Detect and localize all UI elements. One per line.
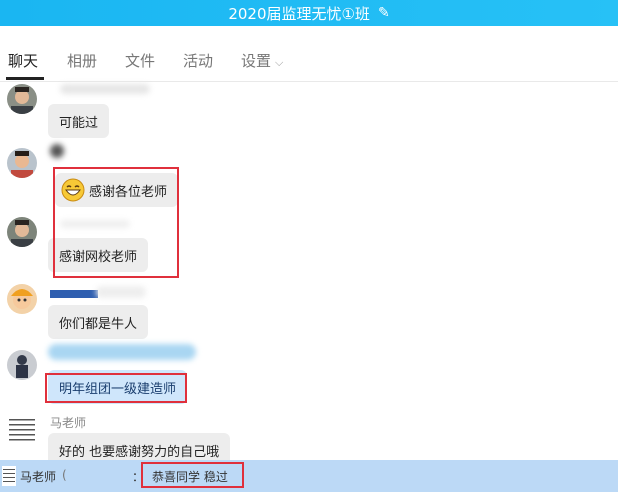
avatar[interactable]	[7, 217, 37, 247]
highlight-box	[45, 373, 187, 403]
sender-name: 马老师	[50, 416, 87, 430]
highlight-box	[141, 462, 244, 488]
notification-sender-suffix: (	[62, 468, 67, 482]
tab-chat[interactable]: 聊天	[8, 50, 38, 71]
tab-bar: 聊天 相册 文件 活动 设置 ⌵	[0, 26, 618, 82]
redacted-name	[60, 84, 150, 94]
tab-settings-label: 设置	[241, 52, 272, 70]
edit-icon[interactable]: ✎	[378, 5, 390, 21]
message-bubble[interactable]: 可能过	[48, 104, 110, 138]
tab-activity[interactable]: 活动	[183, 50, 213, 71]
redacted-name	[50, 144, 64, 158]
redacted-name	[96, 286, 146, 298]
chevron-down-icon: ⌵	[275, 56, 284, 69]
avatar[interactable]	[7, 350, 37, 380]
message-bubble[interactable]: 你们都是牛人	[48, 305, 149, 339]
avatar[interactable]	[7, 148, 37, 178]
title-bar: 2020届监理无忧①班 ✎	[0, 0, 618, 26]
avatar[interactable]	[7, 416, 37, 446]
highlight-box	[53, 167, 179, 278]
avatar[interactable]	[7, 284, 37, 314]
new-message-bar[interactable]: 马老师 ( ： 恭喜同学 稳过	[0, 460, 618, 492]
avatar-thumbnail-icon	[2, 466, 16, 486]
active-tab-indicator	[6, 77, 44, 80]
group-title: 2020届监理无忧①班	[228, 4, 370, 23]
tab-files[interactable]: 文件	[125, 50, 155, 71]
avatar[interactable]	[7, 84, 37, 114]
redacted-name	[50, 290, 98, 298]
redacted-name	[48, 344, 196, 360]
notification-sender: 马老师	[20, 470, 57, 484]
tab-settings[interactable]: 设置 ⌵	[241, 50, 283, 71]
tab-album[interactable]: 相册	[67, 50, 97, 71]
